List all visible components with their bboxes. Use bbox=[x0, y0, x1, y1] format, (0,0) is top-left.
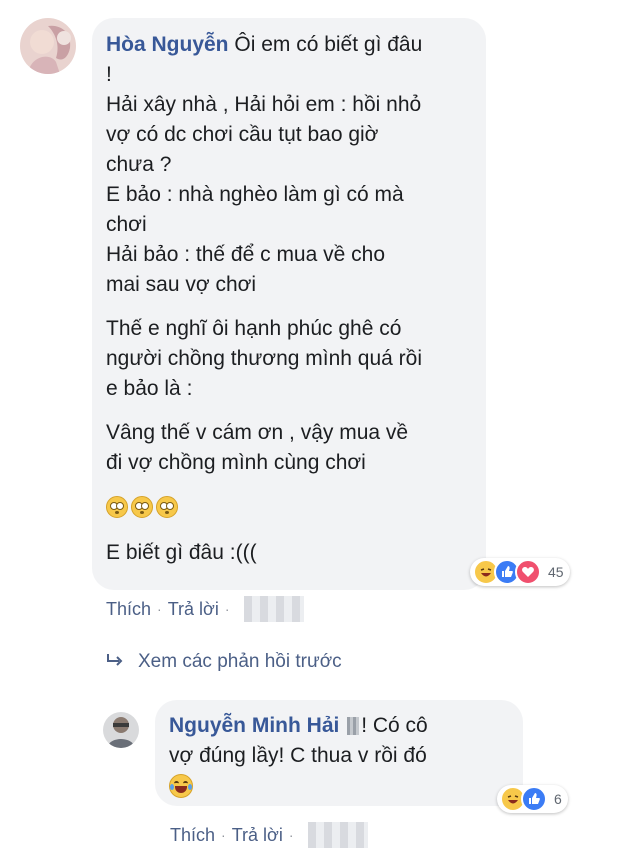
reply-bubble: Nguyễn Minh Hải ! Có cô vợ đúng lầy! C t… bbox=[155, 700, 523, 806]
comment-actions: Thích · Trả lời · bbox=[106, 596, 304, 622]
reply-actions: Thích · Trả lời · bbox=[170, 822, 368, 848]
comment-text-line: e bảo là : bbox=[106, 377, 193, 400]
flushed-face-icon bbox=[106, 496, 128, 519]
comment-text-line: đi vợ chồng mình cùng chơi bbox=[106, 451, 366, 474]
view-previous-label: Xem các phản hồi trước bbox=[138, 650, 342, 672]
comment-text-line: ! bbox=[106, 63, 112, 86]
reply-link[interactable]: Trả lời bbox=[232, 825, 283, 846]
comment-text-line: Hải xây nhà , Hải hỏi em : hồi nhỏ bbox=[106, 93, 422, 116]
comment-author-name[interactable]: Hòa Nguyễn bbox=[106, 33, 229, 56]
tears-of-joy-icon bbox=[169, 774, 193, 799]
comment-text-line: chưa ? bbox=[106, 153, 172, 176]
flushed-face-icon bbox=[156, 496, 178, 519]
redacted-timestamp bbox=[243, 596, 304, 622]
comment-text-line: Ôi em có biết gì đâu bbox=[234, 33, 423, 56]
reply-reaction-summary[interactable]: 6 bbox=[497, 785, 568, 813]
reaction-count: 45 bbox=[548, 564, 564, 580]
reply-link[interactable]: Trả lời bbox=[168, 599, 219, 620]
separator: · bbox=[288, 827, 294, 843]
like-link[interactable]: Thích bbox=[170, 825, 215, 846]
comment-text-line: E biết gì đâu :((( bbox=[106, 541, 257, 564]
comment-bubble: Hòa Nguyễn Ôi em có biết gì đâu ! Hải xâ… bbox=[92, 18, 486, 590]
comment-text-line: Hải bảo : thế để c mua về cho bbox=[106, 243, 385, 266]
love-icon bbox=[515, 559, 541, 585]
view-previous-replies[interactable]: Xem các phản hồi trước bbox=[106, 650, 342, 673]
comment-text-line: Vâng thế v cám ơn , vậy mua về bbox=[106, 421, 409, 444]
reply-author-name[interactable]: Nguyễn Minh Hải bbox=[169, 714, 339, 737]
reaction-summary[interactable]: 45 bbox=[470, 558, 570, 586]
comment-first-line: Hòa Nguyễn Ôi em có biết gì đâu bbox=[106, 30, 472, 60]
separator: · bbox=[157, 601, 162, 617]
reply-first-line: Nguyễn Minh Hải ! Có cô bbox=[169, 711, 509, 741]
comment-text-line: E bảo : nhà nghèo làm gì có mà bbox=[106, 183, 404, 206]
comment-text-line: người chồng thương mình quá rồi bbox=[106, 347, 423, 370]
reaction-count: 6 bbox=[554, 791, 562, 807]
comment-text-line: chơi bbox=[106, 213, 147, 236]
like-link[interactable]: Thích bbox=[106, 599, 151, 620]
emoji-row bbox=[106, 492, 472, 524]
reply-text-line: ! Có cô bbox=[361, 714, 428, 737]
comment-text-line: Thế e nghĩ ôi hạnh phúc ghê có bbox=[106, 317, 402, 340]
reply-text-line: vợ đúng lầy! C thua v rồi đó bbox=[169, 744, 427, 767]
comment-text-line: mai sau vợ chơi bbox=[106, 273, 257, 296]
separator: · bbox=[224, 601, 230, 617]
commenter-avatar[interactable] bbox=[103, 712, 139, 748]
reply-arrow-icon bbox=[106, 650, 124, 673]
flushed-face-icon bbox=[131, 496, 153, 519]
like-icon bbox=[521, 786, 547, 812]
redacted-text bbox=[347, 717, 360, 736]
commenter-avatar[interactable] bbox=[20, 18, 76, 74]
emoji-row bbox=[169, 771, 509, 801]
separator: · bbox=[221, 827, 226, 843]
comment-text-line: vợ có dc chơi cầu tụt bao giờ bbox=[106, 123, 379, 146]
redacted-timestamp bbox=[307, 822, 368, 848]
